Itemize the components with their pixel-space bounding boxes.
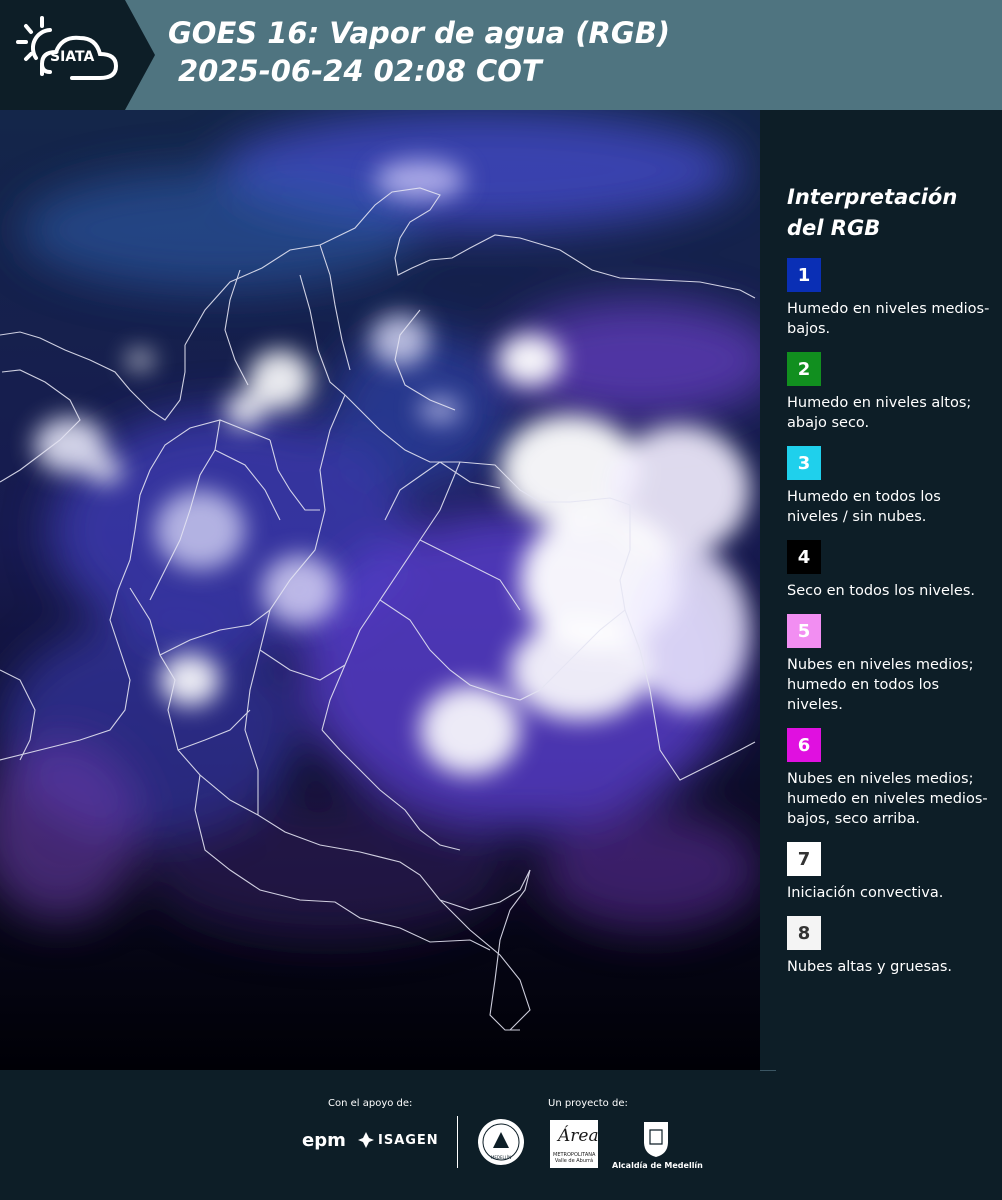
siata-logo: SIATA bbox=[0, 0, 155, 110]
legend-swatch: 6 bbox=[787, 728, 821, 762]
legend-swatch: 3 bbox=[787, 446, 821, 480]
legend-swatch: 8 bbox=[787, 916, 821, 950]
legend-item: 8 Nubes altas y gruesas. bbox=[787, 916, 992, 977]
epm-logo: epm bbox=[302, 1130, 346, 1151]
area-logo-word: Área bbox=[558, 1126, 599, 1146]
title-line-1: GOES 16: Vapor de agua (RGB) bbox=[168, 16, 671, 50]
isagen-logo: ISAGEN bbox=[358, 1132, 439, 1148]
isagen-label: ISAGEN bbox=[378, 1132, 439, 1148]
project-label: Un proyecto de: bbox=[548, 1098, 628, 1109]
legend-swatch: 2 bbox=[787, 352, 821, 386]
footer-separator bbox=[760, 1070, 776, 1071]
legend-item: 7 Iniciación convectiva. bbox=[787, 842, 992, 903]
alcaldia-shield-icon bbox=[644, 1122, 668, 1157]
area-metropolitana-logo: Área METROPOLITANA Valle de Aburrá bbox=[550, 1120, 599, 1168]
legend-label: Nubes altas y gruesas. bbox=[787, 959, 953, 975]
satellite-map bbox=[0, 110, 760, 1070]
legend-label: Humedo en niveles medios-bajos. bbox=[787, 301, 990, 337]
title-line-2: 2025-06-24 02:08 COT bbox=[178, 54, 542, 88]
legend-item: 3 Humedo en todos los niveles / sin nubes… bbox=[787, 446, 992, 527]
legend-label: Iniciación convectiva. bbox=[787, 885, 944, 901]
legend-label: Nubes en niveles medios; humedo en nivel… bbox=[787, 771, 988, 827]
legend-item: 2 Humedo en niveles altos; abajo seco. bbox=[787, 352, 992, 433]
footer: Con el apoyo de: Un proyecto de: epm ISA… bbox=[0, 1070, 1002, 1200]
footer-divider bbox=[457, 1116, 458, 1168]
legend-swatch: 4 bbox=[787, 540, 821, 574]
legend-item: 4 Seco en todos los niveles. bbox=[787, 540, 992, 601]
isagen-icon bbox=[358, 1132, 374, 1148]
legend-item: 6 Nubes en niveles medios; humedo en nive… bbox=[787, 728, 992, 829]
legend-label: Seco en todos los niveles. bbox=[787, 583, 975, 599]
legend-item: 5 Nubes en niveles medios; humedo en todo… bbox=[787, 614, 992, 715]
legend-title-line-2: del RGB bbox=[787, 216, 881, 240]
legend-item: 1 Humedo en niveles medios-bajos. bbox=[787, 258, 992, 339]
legend-title-line-1: Interpretación bbox=[787, 185, 958, 209]
svg-text:MEDELLÍN: MEDELLÍN bbox=[491, 1155, 511, 1160]
legend-title: Interpretación del RGB bbox=[787, 182, 992, 244]
alcaldia-label: Alcaldía de Medellín bbox=[612, 1161, 703, 1170]
svg-text:SIATA: SIATA bbox=[50, 49, 95, 65]
legend-label: Humedo en todos los niveles / sin nubes. bbox=[787, 489, 941, 525]
legend-label: Nubes en niveles medios; humedo en todos… bbox=[787, 657, 974, 713]
sun-cloud-icon: SIATA bbox=[16, 16, 119, 80]
page-title: GOES 16: Vapor de agua (RGB) 2025-06-24 … bbox=[168, 14, 670, 90]
rgb-legend: Interpretación del RGB 1 Humedo en nivele… bbox=[787, 182, 992, 990]
support-label: Con el apoyo de: bbox=[328, 1098, 413, 1109]
legend-swatch: 7 bbox=[787, 842, 821, 876]
legend-swatch: 5 bbox=[787, 614, 821, 648]
legend-items: 1 Humedo en niveles medios-bajos. 2 Humedo … bbox=[787, 258, 992, 977]
header: SIATA GOES 16: Vapor de agua (RGB) 2025-… bbox=[0, 0, 1002, 110]
area-logo-subtitle: METROPOLITANA Valle de Aburrá bbox=[553, 1152, 596, 1164]
legend-swatch: 1 bbox=[787, 258, 821, 292]
legend-label: Humedo en niveles altos; abajo seco. bbox=[787, 395, 972, 431]
medellin-seal-icon: MEDELLÍN bbox=[478, 1119, 524, 1165]
satellite-image bbox=[0, 110, 760, 1070]
